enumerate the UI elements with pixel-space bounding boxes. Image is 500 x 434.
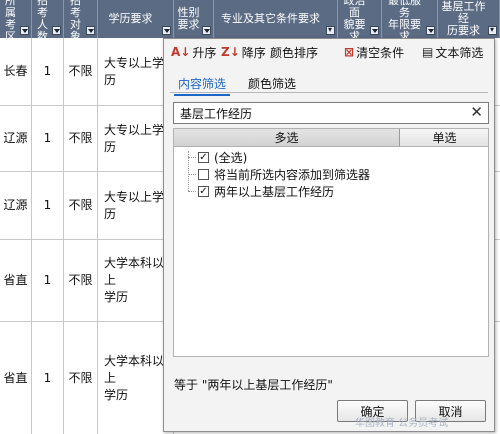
multi-select-button[interactable]: 多选 bbox=[174, 129, 400, 146]
cell-count[interactable]: 1 bbox=[32, 106, 64, 171]
dropdown-arrow-icon[interactable] bbox=[426, 26, 435, 35]
filter-status-text: 等于 "两年以上基层工作经历" bbox=[174, 378, 333, 392]
cell-target[interactable]: 不限 bbox=[64, 240, 98, 321]
header-cell-service-years[interactable]: 最低服务 年限要求 bbox=[382, 0, 438, 43]
cell-count[interactable]: 1 bbox=[32, 322, 64, 434]
cell-target[interactable]: 不限 bbox=[64, 38, 98, 105]
table-header-row: 所属 考区 招考 人数 招考 对象 学历要求 性别 要求 专业及其它条件要求 政… bbox=[0, 0, 500, 43]
cell-target[interactable]: 不限 bbox=[64, 106, 98, 171]
sort-ascending-icon: A↓ bbox=[171, 45, 191, 59]
header-cell-target[interactable]: 招考 对象 bbox=[64, 0, 98, 43]
header-cell-major[interactable]: 专业及其它条件要求 bbox=[214, 0, 338, 38]
dropdown-arrow-icon[interactable] bbox=[162, 26, 171, 35]
dropdown-arrow-icon[interactable] bbox=[20, 26, 29, 35]
checkbox-unchecked-icon[interactable] bbox=[198, 168, 209, 180]
cell-count[interactable]: 1 bbox=[32, 240, 64, 321]
header-cell-education[interactable]: 学历要求 bbox=[98, 0, 174, 38]
cell-count[interactable]: 1 bbox=[32, 172, 64, 239]
text-filter-icon: ▤ bbox=[422, 45, 434, 59]
filter-search-input[interactable]: 基层工作经历 ✕ bbox=[173, 102, 489, 124]
cell-area[interactable]: 省直 bbox=[0, 240, 32, 321]
clear-search-icon[interactable]: ✕ bbox=[470, 103, 483, 121]
sort-by-color-button[interactable]: 颜色排序 bbox=[270, 43, 318, 61]
dropdown-arrow-icon[interactable] bbox=[52, 26, 61, 35]
checkbox-checked-icon[interactable]: ✓ bbox=[198, 151, 209, 163]
header-cell-gender[interactable]: 性别 要求 bbox=[174, 0, 214, 38]
cell-area[interactable]: 辽源 bbox=[0, 172, 32, 239]
sort-descending-icon: Z↓ bbox=[221, 45, 240, 59]
list-item-select-all[interactable]: ✓ (全选) bbox=[187, 149, 247, 165]
header-cell-political[interactable]: 政治面 貌要求 bbox=[338, 0, 382, 43]
tab-color-filter[interactable]: 颜色筛选 bbox=[244, 73, 300, 94]
text-filter-button[interactable]: ▤ 文本筛选 bbox=[422, 43, 483, 61]
filter-active-icon[interactable] bbox=[326, 24, 335, 36]
dropdown-arrow-icon[interactable] bbox=[86, 26, 95, 35]
filter-active-icon[interactable] bbox=[488, 24, 497, 36]
cell-area[interactable]: 省直 bbox=[0, 322, 32, 434]
header-cell-grassroots[interactable]: 基层工作经 历要求 bbox=[438, 0, 500, 38]
filter-dropdown-panel: A↓ 升序 Z↓ 降序 颜色排序 ⊠ 清空条件 ▤ 文本筛选 内容筛选 颜色筛选… bbox=[163, 38, 495, 432]
header-cell-area[interactable]: 所属 考区 bbox=[0, 0, 32, 43]
cell-area[interactable]: 长春 bbox=[0, 38, 32, 105]
dropdown-arrow-icon[interactable] bbox=[370, 26, 379, 35]
clear-filter-icon: ⊠ bbox=[344, 45, 355, 59]
tab-content-filter[interactable]: 内容筛选 bbox=[174, 73, 231, 96]
cell-target[interactable]: 不限 bbox=[64, 172, 98, 239]
watermark-text: 华图教育 公务员考试 bbox=[355, 418, 449, 429]
selection-mode-bar: 多选 单选 bbox=[173, 128, 489, 147]
cell-area[interactable]: 辽源 bbox=[0, 106, 32, 171]
cell-count[interactable]: 1 bbox=[32, 38, 64, 105]
list-item-two-years-experience[interactable]: ✓ 两年以上基层工作经历 bbox=[187, 183, 334, 199]
single-select-button[interactable]: 单选 bbox=[401, 129, 488, 146]
sort-descending-button[interactable]: Z↓ 降序 bbox=[221, 43, 266, 61]
filter-options-list: ✓ (全选) 将当前所选内容添加到筛选器 ✓ 两年以上基层工作经历 bbox=[173, 147, 489, 357]
sort-ascending-button[interactable]: A↓ 升序 bbox=[171, 43, 216, 61]
header-cell-count[interactable]: 招考 人数 bbox=[32, 0, 64, 43]
dropdown-arrow-icon[interactable] bbox=[202, 26, 211, 35]
list-item-add-to-filter[interactable]: 将当前所选内容添加到筛选器 bbox=[187, 166, 370, 182]
clear-filter-button[interactable]: ⊠ 清空条件 bbox=[344, 43, 404, 61]
checkbox-checked-icon[interactable]: ✓ bbox=[198, 185, 209, 197]
filter-tabs: 内容筛选 颜色筛选 bbox=[170, 71, 488, 96]
cell-target[interactable]: 不限 bbox=[64, 322, 98, 434]
